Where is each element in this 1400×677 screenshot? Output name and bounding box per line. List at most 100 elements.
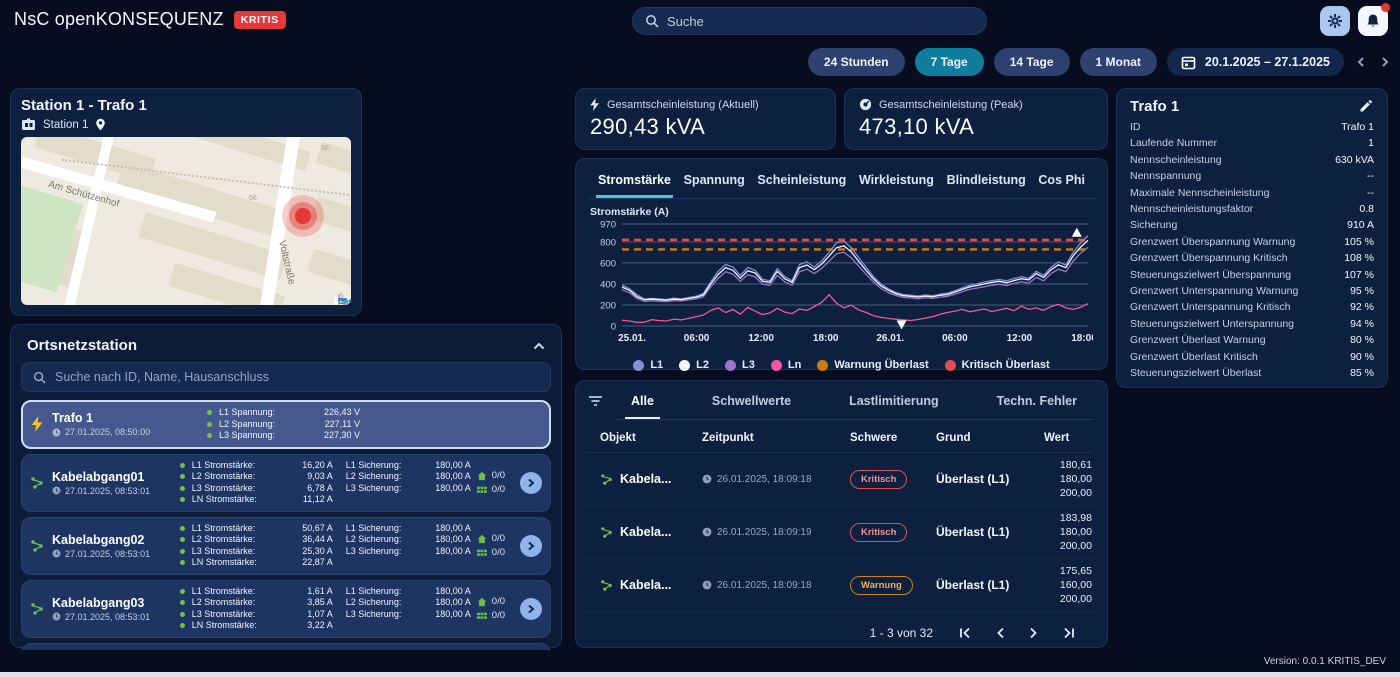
svg-text:400: 400 [600, 279, 616, 290]
map-building [307, 249, 351, 298]
station-map[interactable]: Am Schützenhof Voltstraße 56 66 Leaflet … [21, 137, 351, 305]
status-dot [180, 560, 185, 565]
next-page-button[interactable] [1029, 627, 1038, 639]
alert-object: Kabela... [620, 578, 671, 592]
settings-button[interactable] [1320, 6, 1350, 36]
legend-item: Ln [771, 359, 801, 371]
prev-period-button[interactable] [1354, 54, 1368, 70]
range-button[interactable]: 24 Stunden [808, 48, 905, 76]
svg-text:800: 800 [600, 237, 616, 248]
list-item-kabelabgang02[interactable]: Kabelabgang02 27.01.2025, 08:53:01 L1 St… [21, 517, 551, 575]
table-row[interactable]: Kabela... 26.01.2025, 18:09:19 Kritisch … [586, 506, 1093, 559]
legend-item: Warnung Überlast [817, 359, 928, 371]
detail-row: Nennspannung-- [1130, 168, 1374, 184]
station-list: Trafo 1 27.01.2025, 08:50:00 L1 Spannung… [19, 400, 553, 650]
collapse-chevron-icon[interactable] [533, 342, 545, 350]
next-period-button[interactable] [1378, 54, 1392, 70]
global-search[interactable] [632, 7, 987, 35]
clock-icon [52, 428, 61, 437]
column-header: Schwere [850, 432, 936, 444]
detail-row: Maximale Nennscheinleistung-- [1130, 185, 1374, 201]
details-rows: IDTrafo 1 Laufende Nummer1 Nennscheinlei… [1130, 119, 1374, 382]
alert-object: Kabela... [620, 525, 671, 539]
list-item-kabelabgang03[interactable]: Kabelabgang03 27.01.2025, 08:53:01 L1 St… [21, 580, 551, 638]
alert-tab[interactable]: Alle [625, 391, 660, 419]
chart-tab[interactable]: Stromstärke [596, 169, 673, 198]
house-icon [477, 534, 487, 544]
filter-button[interactable] [586, 391, 605, 411]
station-search[interactable] [21, 362, 551, 392]
column-header: Grund [936, 432, 1044, 444]
bell-icon [1365, 13, 1381, 29]
search-input[interactable] [667, 14, 974, 29]
alert-timestamp: 26.01.2025, 18:09:18 [717, 580, 812, 591]
detail-row: Steuerungszielwert Unterspannung94 % [1130, 316, 1374, 332]
last-page-button[interactable] [1062, 627, 1075, 639]
alert-tab[interactable]: Techn. Fehler [991, 391, 1083, 419]
line-chart[interactable]: 020040060080097025.01.06:0012:0018:0026.… [588, 218, 1093, 352]
search-icon [33, 371, 46, 384]
cable-branch-icon [600, 579, 613, 592]
kpi-label: Gesamtscheinleistung (Aktuell) [607, 99, 759, 111]
detail-label: Steuerungszielwert Unterspannung [1130, 316, 1294, 332]
first-page-button[interactable] [959, 627, 972, 639]
legend-item: L1 [633, 359, 663, 371]
house-number: 56 [321, 145, 329, 152]
house-number: 66 [249, 195, 257, 202]
table-row[interactable]: Kabela... 26.01.2025, 18:09:18 Warnung Ü… [586, 559, 1093, 612]
open-station-button[interactable] [520, 598, 542, 620]
detail-value: Trafo 1 [1341, 119, 1374, 135]
alert-tab[interactable]: Schwellwerte [706, 391, 797, 419]
detail-label: Sicherung [1130, 217, 1177, 233]
chart-tab[interactable]: Spannung [682, 169, 747, 198]
svg-text:25.01.: 25.01. [618, 333, 646, 344]
range-button[interactable]: 7 Tage [915, 48, 984, 76]
column-header: Wert [1044, 432, 1087, 444]
map-attribution: Leaflet © OpenStreetMap CARTO [334, 297, 351, 305]
svg-text:06:00: 06:00 [684, 333, 710, 344]
range-button[interactable]: 1 Monat [1080, 48, 1157, 76]
kpi-value: 473,10 kVA [859, 114, 1093, 140]
edit-button[interactable] [1357, 98, 1374, 115]
range-button[interactable]: 14 Tage [994, 48, 1070, 76]
list-item-partial[interactable]: L1 Stromstärke:50,93 AL1 Sicherung:180,0… [21, 643, 551, 651]
time-controls: 24 Stunden 7 Tage 14 Tage 1 Monat 20.1.2… [808, 48, 1392, 76]
status-dot [180, 600, 185, 605]
open-station-button[interactable] [520, 535, 542, 557]
station-icon [21, 118, 36, 131]
prev-page-button[interactable] [996, 627, 1005, 639]
svg-text:18:00: 18:00 [1071, 333, 1093, 344]
station-search-input[interactable] [55, 370, 539, 384]
status-dot [180, 549, 185, 554]
list-item-kabelabgang01[interactable]: Kabelabgang01 27.01.2025, 08:53:01 L1 St… [21, 454, 551, 512]
detail-value: 910 A [1347, 217, 1374, 233]
chart-tab[interactable]: Wirkleistung [857, 169, 936, 198]
kritis-badge: KRITIS [234, 11, 286, 29]
severity-badge: Kritisch [850, 523, 907, 542]
chart-tab[interactable]: Blindleistung [945, 169, 1028, 198]
search-icon [645, 14, 659, 28]
ortsnetzstation-panel: Ortsnetzstation Trafo 1 27.01.2025, 08:5… [10, 324, 562, 648]
status-dot [180, 474, 185, 479]
carto-link[interactable]: CARTO [338, 297, 351, 306]
list-item-trafo1[interactable]: Trafo 1 27.01.2025, 08:50:00 L1 Spannung… [21, 400, 551, 449]
open-station-button[interactable] [520, 472, 542, 494]
grid-count: 0/0 [492, 484, 505, 495]
detail-value: 90 % [1350, 349, 1374, 365]
station-metrics: L1 Spannung:226,43 V L2 Spannung:227,11 … [207, 407, 541, 442]
chart-tab[interactable]: Scheinleistung [755, 169, 848, 198]
grid-count: 0/0 [492, 610, 505, 621]
status-dot [180, 486, 185, 491]
alert-values: 175,65160,00200,00 [1044, 564, 1092, 606]
alert-timestamp: 26.01.2025, 18:09:19 [717, 527, 812, 538]
status-dot [207, 433, 212, 438]
detail-label: Grenzwert Überlast Kritisch [1130, 349, 1258, 365]
table-row[interactable]: Kabela... 26.01.2025, 18:09:18 Kritisch … [586, 453, 1093, 506]
station-metrics: L1 Stromstärke:16,20 AL1 Sicherung:180,0… [180, 460, 471, 506]
date-range-button[interactable]: 20.1.2025 – 27.1.2025 [1167, 48, 1344, 76]
calendar-icon [1181, 55, 1196, 70]
alert-tab[interactable]: Lastlimitierung [843, 391, 945, 419]
notifications-button[interactable] [1358, 6, 1388, 36]
pencil-icon [1359, 100, 1372, 113]
chart-tab[interactable]: Cos Phi [1036, 169, 1087, 198]
